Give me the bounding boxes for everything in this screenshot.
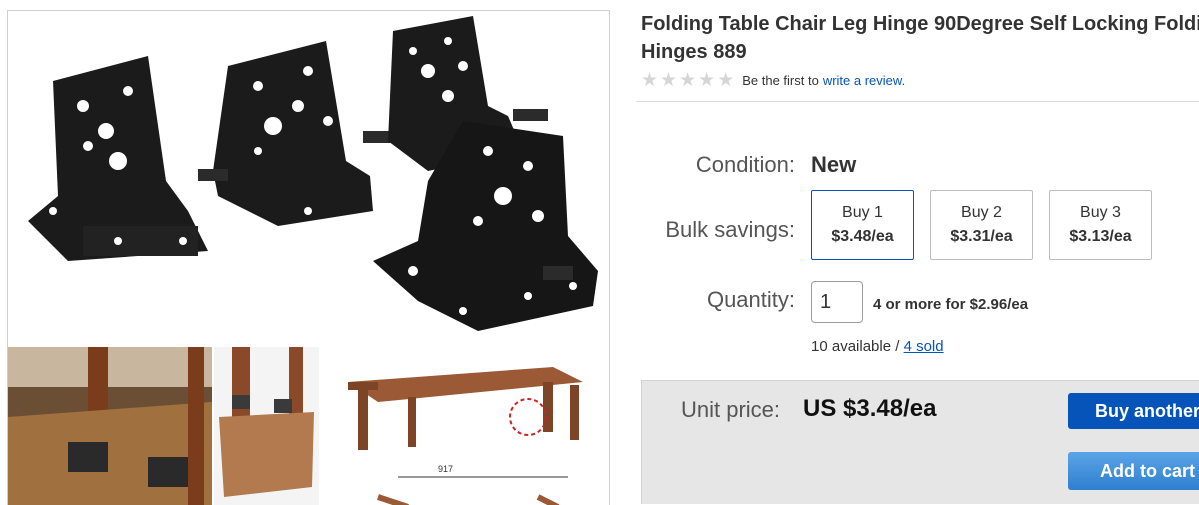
write-review-link[interactable]: write a review. xyxy=(823,73,905,88)
condition-label: Condition: xyxy=(695,152,795,177)
image-gallery: 917 xyxy=(7,10,610,505)
svg-text:917: 917 xyxy=(438,464,453,474)
divider xyxy=(636,101,1199,102)
bulk-option-qty: Buy 2 xyxy=(961,204,1002,221)
quantity-input[interactable] xyxy=(811,281,863,323)
product-title: Folding Table Chair Leg Hinge 90Degree S… xyxy=(641,13,1199,63)
star-icon: ★ xyxy=(660,69,678,91)
bulk-option-price: $3.31/ea xyxy=(950,228,1013,245)
bulk-option-buy-2[interactable]: Buy 2 $3.31/ea xyxy=(930,190,1033,260)
unit-price-label: Unit price: xyxy=(681,397,781,422)
bulk-option-price: $3.48/ea xyxy=(831,228,894,245)
bulk-option-qty: Buy 3 xyxy=(1080,204,1121,221)
availability: 10 available / 4 sold xyxy=(811,338,944,355)
sold-count-link[interactable]: 4 sold xyxy=(904,338,944,355)
thumbnail-image[interactable] xyxy=(214,347,319,505)
add-to-cart-button[interactable]: Add to cart xyxy=(1068,452,1199,490)
star-icon: ★ xyxy=(641,69,659,91)
star-icon: ★ xyxy=(698,69,716,91)
bulk-option-buy-1[interactable]: Buy 1 $3.48/ea xyxy=(811,190,914,260)
available-count: 10 available / xyxy=(811,338,900,355)
star-rating[interactable]: ★ ★ ★ ★ ★ xyxy=(641,71,734,90)
star-icon: ★ xyxy=(679,69,697,91)
quantity-discount-note: 4 or more for $2.96/ea xyxy=(873,296,1029,313)
bulk-option-buy-3[interactable]: Buy 3 $3.13/ea xyxy=(1049,190,1152,260)
thumbnail-image[interactable] xyxy=(8,347,212,505)
quantity-label: Quantity: xyxy=(706,287,795,312)
condition-value: New xyxy=(811,152,857,177)
review-prompt: Be the first to xyxy=(742,72,819,88)
bulk-option-qty: Buy 1 xyxy=(842,204,883,221)
buy-another-button[interactable]: Buy another xyxy=(1068,393,1199,429)
star-icon: ★ xyxy=(717,69,735,91)
hinges-illustration xyxy=(8,11,609,341)
bulk-option-price: $3.13/ea xyxy=(1069,228,1132,245)
bulk-savings-label: Bulk savings: xyxy=(665,217,795,242)
thumbnail-image[interactable]: 917 xyxy=(338,347,593,505)
main-product-image[interactable] xyxy=(8,11,609,341)
rating-row: ★ ★ ★ ★ ★ Be the first to write a review… xyxy=(641,68,905,92)
unit-price-value: US $3.48/ea xyxy=(803,395,937,422)
